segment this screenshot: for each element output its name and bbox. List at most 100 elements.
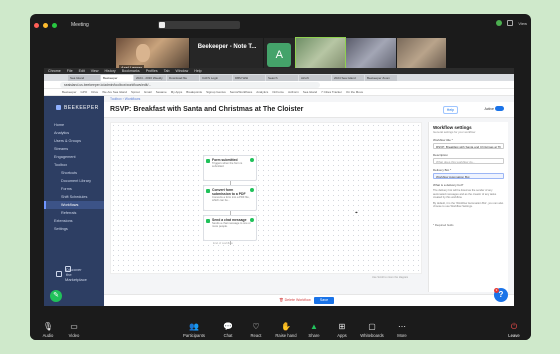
leave-button[interactable]: ⏻ Leave — [498, 322, 530, 338]
browser-tab[interactable]: Beekeeper — [101, 75, 133, 81]
sidebar-item[interactable]: Extensions — [44, 217, 104, 225]
minimize-window-button[interactable] — [43, 22, 48, 28]
menu-item[interactable]: Profiles — [146, 69, 158, 73]
save-button[interactable]: Save — [314, 297, 334, 304]
bookmark-item[interactable]: Signup Genius — [206, 90, 226, 94]
menu-item[interactable]: Edit — [79, 69, 85, 73]
sidebar-item[interactable]: Users & Groups — [44, 137, 104, 145]
maximize-window-button[interactable] — [52, 22, 57, 28]
participant-tile[interactable] — [396, 38, 446, 72]
participant-tile[interactable]: Beekeeper - Note T... — [189, 38, 264, 72]
browser-tab[interactable]: DBM Wiki — [233, 75, 265, 81]
sidebar-item[interactable]: Toolbox — [44, 161, 104, 169]
bookmark-item[interactable]: Breakpoints — [186, 90, 202, 94]
bookmark-item[interactable]: Sea Island — [303, 90, 317, 94]
workflow-step[interactable]: Convert form submission to a PDF Convert… — [203, 185, 257, 211]
bookmark-item[interactable]: Drive — [91, 90, 98, 94]
bookmark-item[interactable]: Beekeeper — [62, 90, 77, 94]
sidebar-item[interactable]: Referrals — [44, 209, 104, 217]
grid-icon[interactable] — [507, 20, 514, 26]
heart-icon: ♡ — [252, 322, 260, 331]
workflow-title-input[interactable]: RSVP: Breakfast with Santa and Christmas… — [433, 143, 504, 149]
workflow-canvas[interactable]: Form submitted Triggers when the form is… — [110, 122, 422, 301]
workflow-step[interactable]: Form submitted Triggers when the form is… — [203, 155, 257, 181]
sidebar-item[interactable]: Settings — [44, 225, 104, 233]
bookmark-item[interactable]: SeniorWorkflows — [230, 90, 252, 94]
cursor-icon: ⌖ — [355, 210, 358, 216]
bookmark-item[interactable]: Sesame — [156, 90, 167, 94]
menu-item[interactable]: Help — [194, 69, 201, 73]
video-button[interactable]: ▭ Video — [58, 322, 90, 338]
participant-tile[interactable] — [294, 37, 347, 73]
marketplace-link[interactable]: Discover the Marketplace — [56, 266, 87, 282]
sidebar-item[interactable]: Workflows — [44, 201, 104, 209]
participant-tile[interactable] — [346, 38, 396, 72]
sidebar-item[interactable]: Shortcuts — [44, 169, 104, 177]
marketplace-icon — [56, 271, 62, 277]
more-icon: ⋯ — [398, 322, 406, 331]
whiteboard-icon: ▢ — [368, 322, 376, 331]
beekeeper-logo: BEEKEEPER — [56, 105, 104, 111]
bookmark-item[interactable]: JotForm — [288, 90, 299, 94]
browser-tab[interactable]: Search — [266, 75, 298, 81]
bookmark-item[interactable]: On the Move — [346, 90, 363, 94]
bookmark-item[interactable]: Sprout — [131, 90, 140, 94]
menu-item[interactable]: Bookmarks — [122, 69, 140, 73]
menu-item[interactable]: Window — [175, 69, 188, 73]
sidebar-item[interactable]: Forms — [44, 185, 104, 193]
help-button[interactable]: Help — [442, 106, 458, 114]
description-input[interactable]: What does this workflow do... — [433, 158, 504, 164]
check-icon — [250, 188, 254, 192]
more-button[interactable]: ⋯ More — [386, 322, 418, 338]
workflow-step[interactable]: Send a chat message Sends a chat message… — [203, 215, 257, 241]
sidebar-item[interactable]: Analytics — [44, 129, 104, 137]
participant-tile[interactable]: Axel Lesser — [116, 38, 189, 72]
menu-item[interactable]: View — [91, 69, 99, 73]
browser-tab[interactable]: 2024 - 2030 Weekly — [134, 75, 166, 81]
participants-button[interactable]: 👥 Participants — [178, 322, 210, 338]
view-button[interactable]: View — [518, 21, 527, 26]
active-toggle[interactable] — [495, 106, 504, 111]
sidebar-item[interactable]: Streams — [44, 145, 104, 153]
bookmark-item[interactable]: Analytics — [256, 90, 268, 94]
pencil-icon[interactable]: ✎ — [50, 290, 62, 302]
menu-item[interactable]: File — [67, 69, 73, 73]
whiteboards-button[interactable]: ▢ Whiteboards — [356, 322, 388, 338]
close-window-button[interactable] — [34, 22, 39, 28]
browser-tab[interactable]: Beekeeper Zoom — [365, 75, 397, 81]
security-shield-icon[interactable] — [496, 20, 503, 26]
bookmark-item[interactable]: My Apps — [171, 90, 183, 94]
apps-button[interactable]: ⊞ Apps — [326, 322, 358, 338]
sidebar-item[interactable]: Document Library — [44, 177, 104, 185]
participant-tile[interactable]: A — [264, 38, 295, 72]
bookmark-item[interactable]: Gmail — [144, 90, 152, 94]
sidebar-item[interactable]: Home — [44, 121, 104, 129]
browser-tab[interactable]: 2024 Sea Island — [332, 75, 364, 81]
browser-tab[interactable]: Download file — [167, 75, 199, 81]
sidebar-item[interactable]: Shift Schedules — [44, 193, 104, 201]
bookmark-item[interactable]: GPO — [81, 90, 88, 94]
beekeeper-app: BEEKEEPER Home Analytics Users & Groups Str… — [44, 96, 514, 306]
browser-tab[interactable]: AirLift — [299, 75, 331, 81]
menu-item[interactable]: History — [105, 69, 116, 73]
browser-tab[interactable]: CAFS Login — [200, 75, 232, 81]
react-button[interactable]: ♡ React — [240, 322, 272, 338]
bookmark-item[interactable]: OnForce — [272, 90, 284, 94]
browser-tab[interactable]: Sea Island — [68, 75, 100, 81]
bookmark-item[interactable]: 7 Cities Tracker — [321, 90, 342, 94]
owner-help-text-2: By default, it is the 'Workflow Automati… — [433, 201, 504, 209]
required-note: * Required fields — [433, 222, 454, 227]
url-field[interactable]: seaisland.us.beekeeper.io/admin/toolbox/… — [60, 81, 320, 88]
check-icon — [250, 218, 254, 222]
editor-footer: 🗑 Delete Workflow Save — [104, 294, 514, 306]
window-title: Meeting — [71, 22, 89, 28]
menu-item[interactable]: Tab — [164, 69, 170, 73]
menu-item[interactable]: Chrome — [48, 69, 61, 73]
delivery-bot-select[interactable]: Workflow Automation Bot — [433, 173, 504, 179]
workflow-editor: Toolbox › Workflows RSVP: Breakfast with… — [104, 96, 514, 306]
zoom-search-bar[interactable] — [158, 21, 240, 29]
bookmark-item[interactable]: We Are Sea Island — [102, 90, 127, 94]
sidebar-item[interactable]: Engagement — [44, 153, 104, 161]
delete-workflow-button[interactable]: 🗑 Delete Workflow — [279, 298, 311, 302]
meeting-controls: 🎙 Audio ▭ Video 👥 Participants 💬 Chat ♡ React… — [30, 318, 531, 340]
